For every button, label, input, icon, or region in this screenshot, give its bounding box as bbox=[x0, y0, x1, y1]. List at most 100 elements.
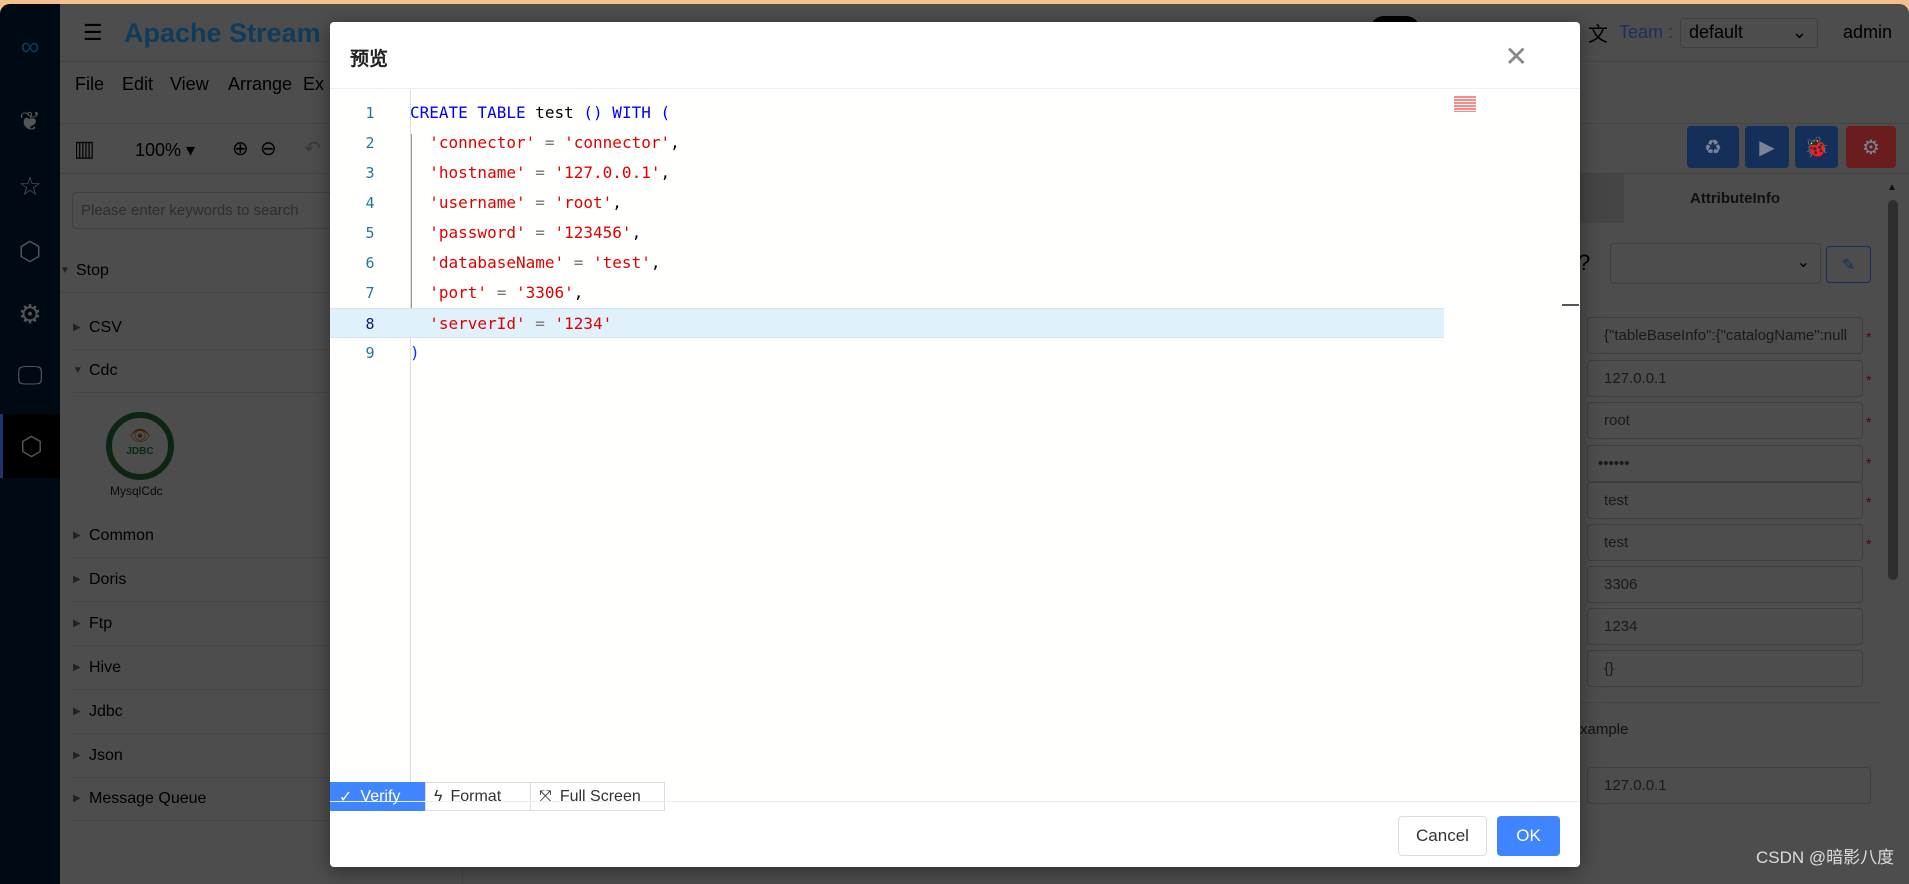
recycle-button[interactable]: ♻ bbox=[1687, 126, 1739, 168]
code-line[interactable]: 3 'hostname' = '127.0.0.1', bbox=[330, 158, 1444, 188]
cubes-icon[interactable]: ⬡ bbox=[0, 219, 60, 283]
mysqlcdc-component[interactable]: 👁 JDBC bbox=[106, 412, 174, 480]
line-number: 5 bbox=[365, 224, 375, 242]
menu-arrange[interactable]: Arrange bbox=[228, 74, 292, 95]
zoom-select[interactable]: 100% ▾ bbox=[135, 140, 195, 161]
zoom-out-icon[interactable]: ⊖ bbox=[260, 136, 277, 161]
menu-toggle-icon[interactable]: ☰ bbox=[83, 20, 103, 46]
code-token: = bbox=[487, 283, 516, 302]
field-database-name[interactable]: test bbox=[1587, 482, 1863, 519]
verify-button[interactable]: ✓ Verify bbox=[330, 782, 425, 811]
layout-icon[interactable]: ▥ bbox=[74, 136, 95, 162]
attribute-select[interactable]: ⌄ bbox=[1610, 243, 1821, 284]
play-icon: ▶ bbox=[1759, 136, 1775, 159]
tab-attributeinfo[interactable]: AttributeInfo bbox=[1690, 190, 1780, 207]
component-label: MysqlCdc bbox=[110, 484, 163, 498]
lightning-icon: ϟ bbox=[434, 787, 443, 805]
line-source: CREATE TABLE test () WITH ( bbox=[410, 98, 670, 128]
minimap[interactable] bbox=[1454, 96, 1476, 112]
code-line[interactable]: 2 'connector' = 'connector', bbox=[330, 128, 1444, 158]
field-hostname[interactable]: 127.0.0.1 bbox=[1587, 360, 1863, 397]
debug-button[interactable]: 🐞 bbox=[1795, 126, 1838, 168]
code-line[interactable]: 7 'port' = '3306', bbox=[330, 278, 1444, 308]
code-token: '123456' bbox=[554, 223, 632, 242]
dialog-title: 预览 bbox=[350, 49, 389, 70]
code-line[interactable]: 8 'serverId' = '1234' bbox=[330, 308, 1444, 338]
translate-icon[interactable]: 文 bbox=[1588, 18, 1608, 47]
ok-button[interactable]: OK bbox=[1497, 816, 1560, 856]
watermark: CSDN @暗影八度 bbox=[1756, 848, 1895, 867]
expand-icon: ⤧ bbox=[539, 787, 552, 805]
code-line[interactable]: 6 'databaseName' = 'test', bbox=[330, 248, 1444, 278]
code-token: CREATE TABLE bbox=[410, 103, 536, 122]
cubes-active-icon[interactable]: ⬡ bbox=[0, 414, 60, 478]
field-password[interactable]: •••••• bbox=[1587, 445, 1863, 482]
code-token: '127.0.0.1' bbox=[554, 163, 661, 182]
gear-icon: ⚙ bbox=[1862, 136, 1880, 159]
settings-button[interactable]: ⚙ bbox=[1846, 126, 1896, 168]
user-name[interactable]: admin bbox=[1843, 22, 1892, 43]
bug-icon: 🐞 bbox=[1804, 136, 1829, 159]
code-line[interactable]: 9) bbox=[330, 338, 1444, 368]
field-username[interactable]: root bbox=[1587, 402, 1863, 439]
line-source: 'username' = 'root', bbox=[410, 188, 622, 218]
code-editor[interactable]: 1 CREATE TABLE test () WITH (2 'connector… bbox=[330, 90, 1580, 800]
close-icon[interactable]: ✕ bbox=[1505, 40, 1528, 73]
fullscreen-button[interactable]: ⤧ Full Screen bbox=[530, 782, 665, 811]
code-token: = bbox=[525, 163, 555, 182]
field-server-id[interactable]: 1234 bbox=[1587, 608, 1863, 645]
field-extra[interactable]: {} bbox=[1587, 650, 1863, 687]
line-number: 6 bbox=[365, 254, 375, 272]
code-line[interactable]: 4 'username' = 'root', bbox=[330, 188, 1444, 218]
code-line[interactable]: 5 'password' = '123456', bbox=[330, 218, 1444, 248]
group-label: Jdbc bbox=[89, 703, 123, 720]
menu-file[interactable]: File bbox=[75, 74, 104, 95]
cancel-button[interactable]: Cancel bbox=[1398, 816, 1487, 856]
code-line[interactable]: 1 CREATE TABLE test () WITH ( bbox=[330, 98, 1444, 128]
run-button[interactable]: ▶ bbox=[1745, 126, 1789, 168]
menu-edit[interactable]: Edit bbox=[122, 74, 153, 95]
line-number: 2 bbox=[365, 134, 375, 152]
code-token: 'connector' bbox=[564, 133, 671, 152]
code-token: , bbox=[660, 163, 671, 182]
code-token: = bbox=[525, 314, 555, 333]
logo-icon: ∞ bbox=[20, 30, 40, 61]
group-label: CSV bbox=[89, 319, 122, 336]
field-table-info[interactable]: {"tableBaseInfo":{"catalogName":null bbox=[1587, 317, 1863, 354]
menu-extras[interactable]: Ex bbox=[303, 74, 324, 95]
menu-view[interactable]: View bbox=[170, 74, 209, 95]
edit-icon: ✎ bbox=[1841, 257, 1856, 274]
line-number: 9 bbox=[365, 344, 375, 362]
scrollbar-thumb[interactable] bbox=[1888, 200, 1898, 580]
chevron-down-icon: ⌄ bbox=[1791, 22, 1807, 42]
required-marker: * bbox=[1866, 329, 1872, 345]
squirrel-icon[interactable]: ❦ bbox=[0, 89, 60, 153]
star-icon[interactable]: ☆ bbox=[0, 154, 60, 218]
fullscreen-label: Full Screen bbox=[559, 787, 641, 805]
example-field[interactable]: 127.0.0.1 bbox=[1587, 767, 1871, 804]
tab-other[interactable] bbox=[1580, 174, 1624, 223]
required-marker: * bbox=[1866, 536, 1872, 552]
format-button[interactable]: ϟ Format bbox=[425, 782, 531, 811]
line-source: 'password' = '123456', bbox=[410, 218, 641, 248]
group-label: Ftp bbox=[89, 615, 113, 632]
code-token: 'username' bbox=[410, 193, 526, 212]
line-number: 8 bbox=[365, 315, 375, 333]
code-token: , bbox=[612, 193, 622, 212]
field-table-name[interactable]: test bbox=[1587, 524, 1863, 561]
divider bbox=[1580, 702, 1880, 703]
eye-icon: 👁 bbox=[129, 428, 151, 445]
undo-icon[interactable]: ↶ bbox=[304, 136, 321, 161]
code-token: ) bbox=[410, 343, 420, 362]
required-marker: * bbox=[1866, 414, 1872, 430]
required-marker: * bbox=[1866, 372, 1872, 388]
monitor-icon[interactable]: 🖵 bbox=[0, 344, 60, 408]
field-port[interactable]: 3306 bbox=[1587, 566, 1863, 603]
footer-divider bbox=[330, 801, 1580, 802]
scroll-up-icon[interactable]: ▲ bbox=[1887, 182, 1899, 194]
example-label: xample bbox=[1580, 721, 1629, 738]
edit-button[interactable]: ✎ bbox=[1826, 246, 1871, 283]
team-select[interactable]: default ⌄ bbox=[1680, 18, 1818, 48]
gear-icon[interactable]: ⚙ bbox=[0, 282, 60, 346]
zoom-in-icon[interactable]: ⊕ bbox=[232, 136, 249, 161]
